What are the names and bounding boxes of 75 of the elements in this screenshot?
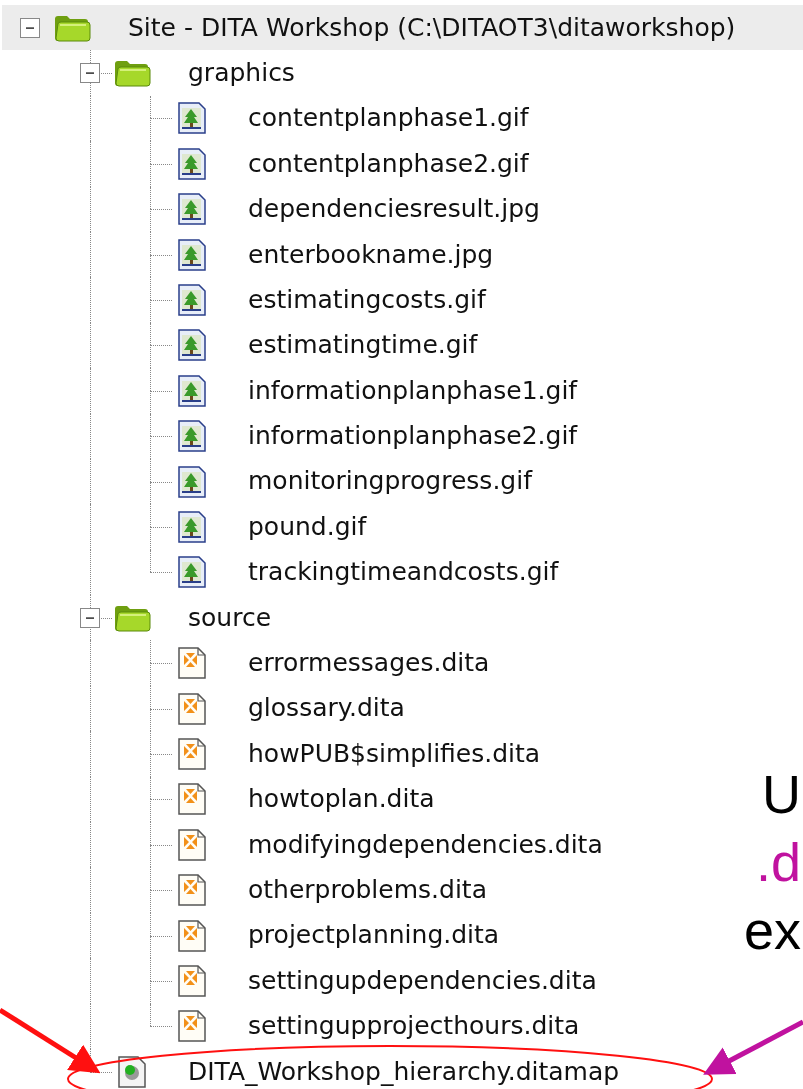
annotation-text: ex [743,899,801,962]
image-file-icon [177,511,207,543]
document-icon [177,1010,207,1043]
annotation-text: U [762,763,801,826]
image-file-icon [177,465,207,498]
tree-row[interactable]: pound.gif [2,504,373,550]
document-icon [177,783,207,816]
tree-row[interactable]: source [2,595,278,641]
tree-row[interactable]: estimatingcosts.gif [2,277,492,323]
document-icon [177,964,207,997]
document-icon [177,647,207,680]
tree-label: Site - DITA Workshop (C:\DITAOT3\ditaworkshop) [128,14,737,41]
tree-label: errormessages.dita [248,650,491,677]
tree-row[interactable]: contentplanphase1.gif [2,95,535,142]
tree-row[interactable]: trackingtimeandcosts.gif [2,549,565,596]
collapse-toggle[interactable] [80,607,100,628]
document-icon [177,919,207,952]
tree-label: estimatingtime.gif [248,332,479,359]
tree-label: howPUB$simplifies.dita [248,740,542,768]
tree-label: monitoringprogress.gif [248,468,534,495]
tree-row[interactable]: dependenciesresult.jpg [2,186,546,232]
tree-label: otherproblems.dita [248,877,488,904]
tree-label: dependenciesresult.jpg [248,196,541,223]
tree-row[interactable]: errormessages.dita [2,640,496,686]
tree-row[interactable]: contentplanphase2.gif [2,141,535,187]
tree-row[interactable]: settingupprojecthours.dita [2,1003,586,1049]
tree-row[interactable]: enterbookname.jpg [2,231,500,278]
image-file-icon [177,420,207,453]
tree-row[interactable]: glossary.dita [2,685,411,732]
image-file-icon [177,147,207,180]
tree-row[interactable]: howtoplan.dita [2,776,441,823]
image-file-icon [177,193,207,226]
document-icon [177,874,207,907]
tree-label: estimatingcosts.gif [248,286,488,314]
tree-row[interactable]: informationplanphase1.gif [2,368,584,414]
image-file-icon [177,374,207,407]
tree-row[interactable]: estimatingtime.gif [2,322,484,369]
tree-label: enterbookname.jpg [248,241,495,268]
tree-row[interactable]: projectplanning.dita [2,912,506,959]
image-file-icon [177,284,207,317]
tree-label: settingupdependencies.dita [248,967,598,994]
document-icon [177,828,207,861]
tree-row[interactable]: monitoringprogress.gif [2,458,538,505]
tree-label: graphics [188,59,296,87]
folder-icon [112,58,152,89]
tree-row[interactable]: DITA_Workshop_hierarchy.ditamap [2,1049,626,1089]
image-file-icon [177,238,207,271]
tree-label: glossary.dita [248,695,406,722]
tree-row[interactable]: informationplanphase2.gif [2,413,584,459]
tree-row[interactable]: settingupdependencies.dita [2,958,603,1004]
tree-label: settingupprojecthours.dita [248,1013,581,1040]
document-icon [177,737,207,770]
collapse-toggle[interactable] [80,63,100,84]
tree-row[interactable]: Site - DITA Workshop (C:\DITAOT3\ditaworkshop) [2,5,803,51]
tree-label: projectplanning.dita [248,922,501,949]
image-file-icon [177,329,207,362]
tree-row[interactable]: modifyingdependencies.dita [2,822,609,868]
tree-label: trackingtimeandcosts.gif [248,559,560,586]
document-icon [177,692,207,725]
tree-label: contentplanphase1.gif [248,105,530,132]
tree-row[interactable]: otherproblems.dita [2,867,493,913]
tree-label: contentplanphase2.gif [248,150,530,177]
tree-label: source [188,604,273,631]
image-file-icon [177,556,207,589]
tree-label: howtoplan.dita [248,786,436,813]
tree-row[interactable]: howPUB$simplifies.dita [2,731,547,777]
image-file-icon [177,102,207,135]
collapse-toggle[interactable] [20,17,40,38]
tree-label: DITA_Workshop_hierarchy.ditamap [188,1058,621,1085]
tree-label: informationplanphase2.gif [248,423,579,450]
tree-label: informationplanphase1.gif [248,377,579,404]
tree-row[interactable]: graphics [2,50,301,96]
tree-label: modifyingdependencies.dita [248,831,604,858]
tree-label: pound.gif [248,513,368,541]
annotation-text: .d [755,831,801,894]
